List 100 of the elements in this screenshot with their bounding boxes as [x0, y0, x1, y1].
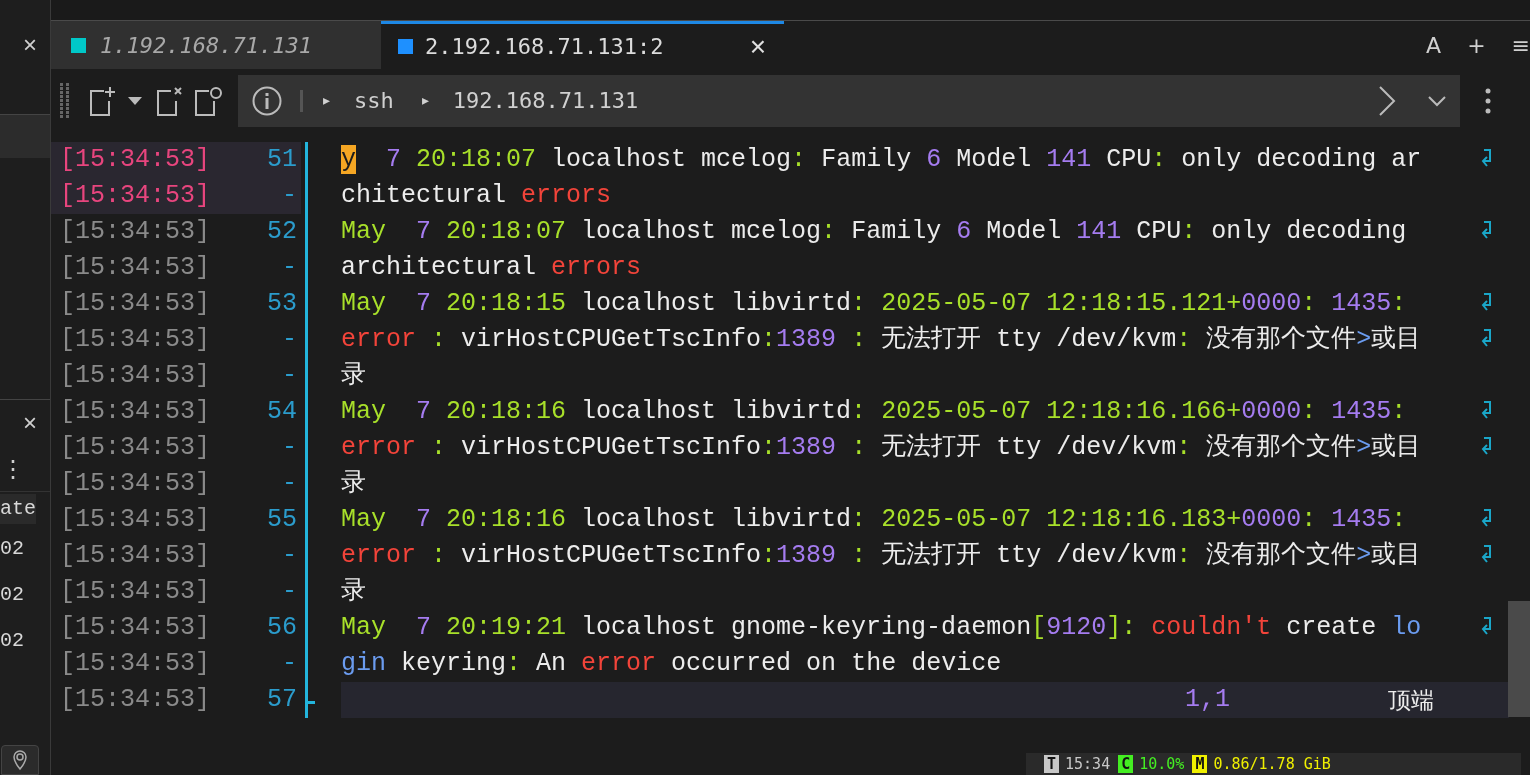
tab-action-button[interactable]: ≡ [1511, 28, 1530, 62]
log-token: localhost libvirtd [580, 289, 852, 319]
breadcrumb-arrow: ▸ [421, 91, 429, 110]
line-number: - [281, 432, 297, 465]
log-token: 无法打开 tty /dev/kvm [880, 541, 1177, 571]
log-token: 或目 [1371, 433, 1422, 463]
breadcrumb-arrow: ▸ [323, 91, 330, 110]
line-number: 56 [266, 612, 297, 645]
log-token: 1389 [776, 433, 837, 463]
log-token: May [341, 397, 386, 427]
log-token: error [341, 433, 416, 463]
log-token: 20:18:16 [445, 397, 567, 427]
log-token: Model [985, 217, 1063, 247]
log-token: ]: [1106, 613, 1137, 643]
map-pin-icon [11, 749, 29, 771]
tab[interactable]: 1.192.168.71.131 [51, 21, 381, 69]
log-token: occurred on the device [670, 649, 1002, 679]
more-menu-button[interactable]: ⋮ [1, 456, 25, 481]
log-token: only decoding [1210, 217, 1407, 247]
log-token: : [1176, 325, 1192, 355]
chevron-down-icon[interactable] [1428, 94, 1446, 107]
close-button[interactable]: × [23, 411, 37, 435]
line-number: 51 [266, 144, 297, 177]
log-token: localhost libvirtd [580, 505, 852, 535]
log-token: : [1391, 289, 1407, 319]
log-token: > [1356, 433, 1372, 463]
log-token: : [506, 649, 522, 679]
log-token: 9120 [1046, 613, 1107, 643]
log-token: 20:18:15 [445, 289, 567, 319]
line-number: 55 [266, 504, 297, 537]
timestamp: [15:34:53] [60, 360, 212, 393]
log-token: create [1285, 613, 1378, 643]
log-token: 7 [385, 145, 402, 175]
location-button[interactable] [1, 745, 39, 775]
tab-action-button[interactable]: A [1426, 28, 1442, 62]
tab-action-button[interactable]: + [1467, 28, 1486, 62]
log-token: : [1301, 397, 1317, 427]
log-token: 1435 [1330, 505, 1392, 535]
log-token: [ [1031, 613, 1047, 643]
log-token: 或目 [1371, 541, 1422, 571]
log-token: 0000 [1241, 289, 1302, 319]
log-token: 无法打开 tty /dev/kvm [880, 325, 1177, 355]
log-token: : [1176, 541, 1192, 571]
log-token: 1435 [1330, 289, 1392, 319]
log-token: gin [341, 649, 386, 679]
log-token: > [1356, 325, 1372, 355]
log-token: 录 [341, 577, 366, 607]
line-number: - [281, 576, 297, 609]
log-token: error [581, 649, 657, 679]
drag-handle-icon[interactable] [59, 82, 71, 119]
log-token: 1389 [776, 541, 837, 571]
status-badge: T [1044, 755, 1060, 773]
log-token: 20:18:07 [415, 145, 537, 175]
log-token: chitectural [341, 181, 508, 211]
log-token: 2025-05-07 12:18:16.183+ [880, 505, 1242, 535]
log-token: errors [521, 181, 612, 211]
close-button[interactable]: × [23, 33, 37, 57]
chevron-right-icon[interactable] [1378, 85, 1396, 116]
log-token: > [1356, 541, 1372, 571]
log-token: : [850, 325, 867, 355]
log-token: 没有那个文件 [1205, 325, 1357, 355]
log-token: 7 [415, 613, 432, 643]
log-token: 或目 [1371, 325, 1422, 355]
log-token: 0000 [1241, 397, 1302, 427]
log-token: 7 [415, 505, 432, 535]
info-icon[interactable] [252, 85, 282, 116]
log-token: : [851, 505, 867, 535]
log-token: localhost mcelog [580, 217, 822, 247]
scrollbar-thumb[interactable] [1508, 601, 1530, 717]
log-token: localhost libvirtd [580, 397, 852, 427]
log-token: : [1181, 217, 1197, 247]
log-token: : [1151, 145, 1167, 175]
log-token: 6 [926, 145, 942, 175]
breadcrumb-item[interactable]: ssh [354, 84, 394, 117]
timestamp: [15:34:53] [60, 684, 212, 717]
status-value: 15:34 [1065, 753, 1111, 775]
log-token: : [761, 433, 777, 463]
column-header[interactable]: ate [0, 494, 36, 524]
log-token: 1389 [776, 325, 837, 355]
log-token: virHostCPUGetTscInfo [460, 325, 762, 355]
timestamp: [15:34:53] [60, 540, 212, 573]
caret-icon[interactable] [127, 95, 143, 106]
log-token: An [535, 649, 568, 679]
close-tab-icon[interactable] [156, 84, 184, 117]
log-token: : [761, 541, 777, 571]
line-number: 52 [266, 216, 297, 249]
new-tab-icon[interactable] [89, 84, 117, 117]
breadcrumb-item[interactable]: 192.168.71.131 [452, 84, 639, 117]
log-token: : [1391, 397, 1407, 427]
close-button[interactable]: × [749, 32, 766, 61]
more-menu-icon[interactable] [1485, 87, 1491, 114]
log-token: CPU [1105, 145, 1152, 175]
timestamp: [15:34:53] [60, 252, 212, 285]
log-token: error [341, 541, 416, 571]
log-token: 7 [415, 217, 432, 247]
tab-status-icon[interactable] [194, 84, 224, 117]
line-number: 57 [266, 684, 297, 717]
log-token: 141 [1046, 145, 1092, 175]
timestamp: [15:34:53] [60, 468, 212, 501]
log-token: localhost gnome-keyring-daemon [580, 613, 1032, 643]
